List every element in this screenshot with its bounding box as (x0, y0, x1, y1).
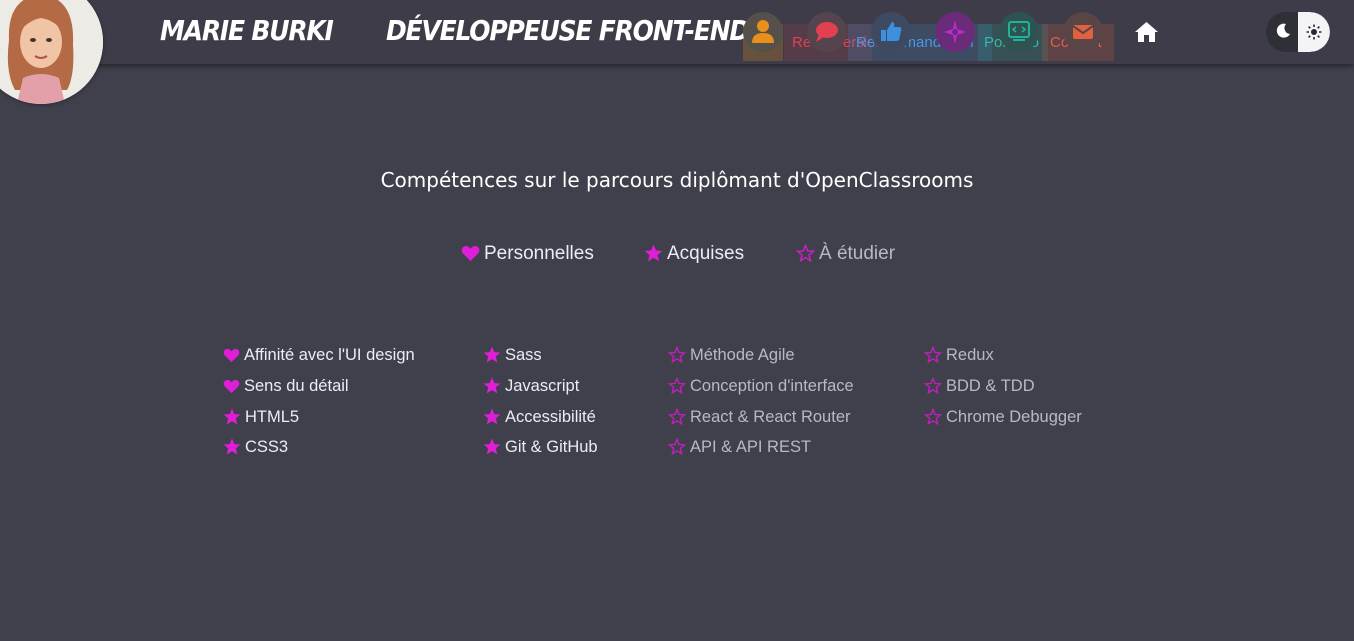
star-outline-icon (667, 345, 690, 364)
thumbs-up-icon (871, 12, 911, 52)
skill-label: BDD & TDD (946, 377, 1035, 395)
envelope-icon (1063, 12, 1103, 52)
legend-personnelles: Personnelles (461, 243, 594, 265)
sparkle-icon (935, 12, 975, 52)
skill-item: Méthode Agile (667, 345, 795, 365)
skill-label: Conception d'interface (690, 377, 854, 395)
skill-item: BDD & TDD (923, 376, 1035, 396)
nav-competences-button[interactable] (935, 12, 975, 52)
legend-acquises: Acquises (644, 243, 744, 265)
star-outline-icon (667, 376, 690, 395)
skill-item: CSS3 (223, 438, 288, 457)
skill-label: Redux (946, 346, 994, 364)
skill-item: React & React Router (667, 407, 851, 427)
skill-item: Sass (483, 346, 542, 365)
skill-label: Sens du détail (244, 377, 349, 395)
page-title: Compétences sur le parcours diplômant d'… (380, 168, 974, 192)
code-screen-icon (999, 12, 1039, 52)
skill-label: Chrome Debugger (946, 408, 1082, 426)
skill-label: API & API REST (690, 438, 812, 456)
skill-item: HTML5 (223, 408, 299, 427)
chat-bubble-icon (807, 12, 847, 52)
avatar[interactable] (0, 0, 103, 104)
star-outline-icon (667, 437, 690, 456)
profile-portrait (0, 0, 103, 104)
skill-item: Git & GitHub (483, 438, 598, 457)
legend-label: À étudier (819, 243, 896, 264)
star-filled-icon (483, 346, 505, 364)
star-filled-icon (223, 438, 245, 456)
skill-item: Chrome Debugger (923, 407, 1082, 427)
site-owner-name[interactable]: MARIE BURKI (160, 14, 334, 46)
heart-icon (461, 246, 480, 262)
skill-label: Sass (505, 346, 542, 364)
light-mode-button[interactable] (1298, 12, 1330, 52)
heart-icon (223, 377, 244, 395)
skill-label: Méthode Agile (690, 346, 795, 364)
header-bar: MARIE BURKI DÉVELOPPEUSE FRONT-END Cv Re… (0, 0, 1354, 64)
skill-item: Accessibilité (483, 408, 596, 427)
skill-item: Conception d'interface (667, 376, 854, 396)
heart-icon (223, 346, 244, 364)
star-outline-icon (923, 345, 946, 364)
star-filled-icon (483, 377, 505, 395)
star-outline-icon (795, 243, 816, 263)
nav-contact-button[interactable] (1063, 12, 1103, 52)
nav-portfolio-button[interactable] (999, 12, 1039, 52)
skill-item: Sens du détail (223, 377, 349, 396)
star-filled-icon (483, 408, 505, 426)
nav-recommandation-button[interactable] (871, 12, 911, 52)
skill-label: Git & GitHub (505, 438, 598, 456)
legend-label: Personnelles (484, 243, 594, 264)
moon-icon[interactable] (1274, 22, 1292, 40)
legend-a-etudier: À étudier (795, 243, 896, 265)
skill-label: Accessibilité (505, 408, 596, 426)
legend-label: Acquises (667, 243, 745, 264)
skill-label: CSS3 (245, 438, 289, 456)
skill-label: React & React Router (690, 408, 851, 426)
home-icon[interactable] (1134, 20, 1159, 44)
job-title: DÉVELOPPEUSE FRONT-END (386, 14, 750, 47)
nav-reconversion-button[interactable] (807, 12, 847, 52)
star-filled-icon (483, 438, 505, 456)
star-filled-icon (223, 408, 245, 426)
nav-cv-button[interactable] (743, 12, 783, 52)
star-outline-icon (923, 407, 946, 426)
skill-item: API & API REST (667, 437, 812, 457)
skill-item: Javascript (483, 377, 579, 396)
star-filled-icon (644, 244, 663, 262)
skill-item: Affinité avec l'UI design (223, 346, 415, 365)
skill-label: Javascript (505, 377, 580, 395)
user-icon (743, 12, 783, 52)
star-outline-icon (923, 376, 946, 395)
star-outline-icon (667, 407, 690, 426)
theme-toggle[interactable] (1266, 12, 1330, 52)
skill-item: Redux (923, 345, 994, 365)
skill-label: Affinité avec l'UI design (244, 346, 415, 364)
skill-label: HTML5 (245, 408, 300, 426)
sun-icon (1306, 24, 1322, 40)
